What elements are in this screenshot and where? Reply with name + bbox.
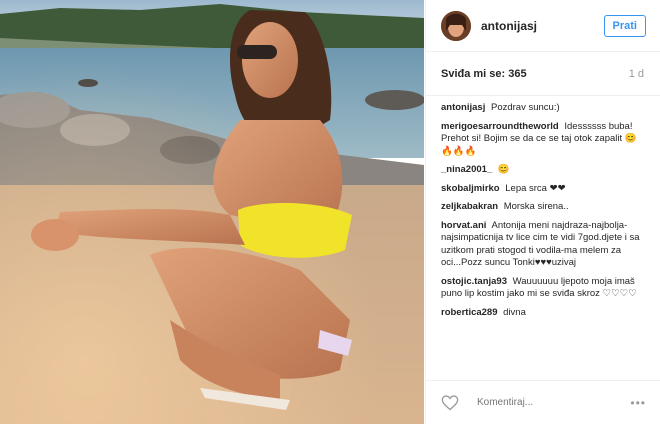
comment-item: ostojic.tanja93 Wauuuuuu ljepoto moja im… (441, 276, 646, 301)
post-header: antonijasj Prati (426, 0, 660, 52)
comment-item: merigoesarroundtheworld Idessssss buba! … (441, 121, 646, 159)
comment-username[interactable]: merigoesarroundtheworld (441, 121, 559, 132)
comment-username[interactable]: zeljkabakran (441, 201, 498, 212)
comment-username[interactable]: robertica289 (441, 307, 498, 318)
instagram-post: antonijasj Prati Sviđa mi se: 365 1 d an… (0, 0, 660, 424)
comment-item: skobaljmirko Lepa srca ❤❤ (441, 183, 646, 196)
likes-count[interactable]: Sviđa mi se: 365 (441, 68, 527, 80)
comment-username[interactable]: horvat.ani (441, 220, 486, 231)
avatar[interactable] (441, 10, 471, 41)
comment-text: divna (503, 306, 526, 318)
comment-text: Lepa srca ❤❤ (505, 182, 566, 194)
comment-username[interactable]: ostojic.tanja93 (441, 276, 507, 287)
comment-item: _nina2001_ 😊 (441, 164, 646, 177)
ellipsis-icon[interactable]: ••• (630, 396, 646, 410)
comment-item: robertica289 divna (441, 307, 646, 320)
comment-item: horvat.ani Antonija meni najdraza-najbol… (441, 220, 646, 270)
comment-text: 😊 (497, 164, 510, 175)
post-photo[interactable] (0, 0, 424, 424)
follow-button[interactable]: Prati (603, 14, 646, 37)
comment-username[interactable]: _nina2001_ (441, 164, 492, 175)
post-sidebar: antonijasj Prati Sviđa mi se: 365 1 d an… (425, 0, 660, 424)
comment-username[interactable]: antonijasj (441, 102, 485, 113)
comment-input[interactable] (475, 396, 631, 409)
heart-outline-icon[interactable] (441, 394, 459, 411)
post-meta: Sviđa mi se: 365 1 d (426, 52, 660, 96)
comment-text: Pozdrav suncu:) (490, 102, 560, 113)
post-timestamp[interactable]: 1 d (629, 68, 644, 80)
comment-item: zeljkabakran Morska sirena.. (441, 201, 646, 214)
comment-item: antonijasj Pozdrav suncu:) (441, 102, 646, 115)
post-author-username[interactable]: antonijasj (481, 19, 604, 33)
post-footer: ••• (426, 380, 660, 424)
comment-text: Morska sirena.. (503, 201, 569, 212)
comments-list: antonijasj Pozdrav suncu:) merigoesarrou… (426, 96, 660, 319)
comment-username[interactable]: skobaljmirko (441, 183, 500, 194)
